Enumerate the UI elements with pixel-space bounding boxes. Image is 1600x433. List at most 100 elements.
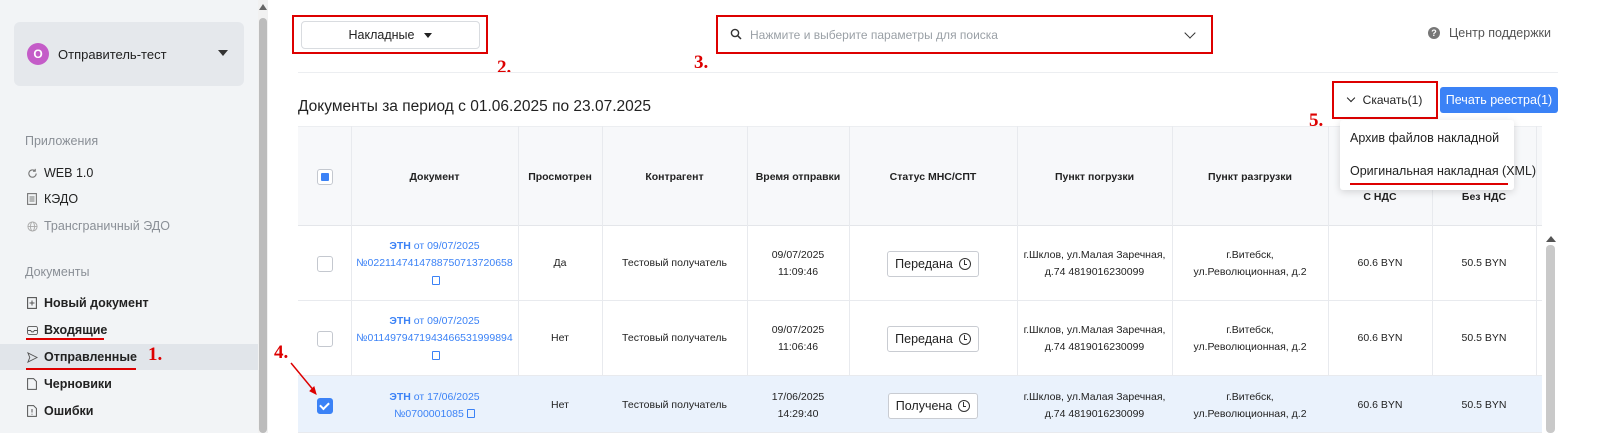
document-link[interactable]: ЭТН от 17/06/2025 [389, 389, 479, 406]
download-button[interactable]: Скачать(1) [1336, 85, 1434, 115]
sent-date: 09/07/2025 [771, 323, 825, 336]
row-checkbox[interactable] [316, 255, 333, 272]
menu-item-archive[interactable]: Архив файлов накладной [1350, 131, 1499, 145]
status-cell: Получена [849, 376, 1017, 432]
sidebar-item-errors[interactable]: Ошибки [0, 398, 258, 424]
sent-date: 09/07/2025 [771, 248, 825, 261]
sidebar-item-label: Отправленные [44, 350, 137, 364]
table-row[interactable]: ЭТН от 09/07/2025 №011497947194346653199… [298, 301, 1542, 376]
support-label: Центр поддержки [1449, 26, 1552, 40]
column-header[interactable]: Документ [351, 127, 518, 227]
table-row[interactable]: ЭТН от 17/06/2025 №0700001085 Нет Тестов… [298, 376, 1542, 433]
unloading-point-cell: г.Витебск, ул.Революционная, д.2 [1193, 248, 1307, 278]
scroll-up-icon[interactable] [259, 4, 267, 10]
error-document-icon [26, 405, 38, 417]
account-switcher[interactable]: О Отправитель-тест [14, 22, 244, 86]
chevron-down-icon[interactable] [1184, 27, 1196, 39]
column-header[interactable]: Пункт разгрузки [1172, 127, 1328, 227]
sent-date: 17/06/2025 [771, 390, 825, 403]
annotation-underline [26, 338, 104, 340]
column-header[interactable]: Просмотрен [518, 127, 602, 227]
sidebar-item-label: WEB 1.0 [44, 166, 94, 180]
copy-icon[interactable] [432, 275, 440, 285]
sidebar-item-drafts[interactable]: Черновики [0, 371, 258, 397]
status-badge[interactable]: Передана [887, 250, 979, 277]
new-document-icon [26, 297, 38, 309]
status-badge[interactable]: Передана [887, 325, 979, 352]
app-root: О Отправитель-тест Приложения WEB 1.0 КЭ… [0, 0, 1600, 433]
account-name: Отправитель-тест [58, 46, 167, 62]
download-button-label: Скачать(1) [1362, 93, 1423, 107]
support-link[interactable]: ? Центр поддержки [1428, 26, 1551, 40]
unloading-point-cell: г.Витебск, ул.Революционная, д.2 [1193, 323, 1307, 353]
sidebar-item-label: КЭДО [44, 192, 79, 206]
document-type-select[interactable]: Накладные [301, 21, 480, 49]
page-title: Документы за период с 01.06.2025 по 23.0… [298, 98, 651, 115]
price-with-vat-cell: 60.6 BYN [1357, 257, 1403, 270]
scrollbar-thumb[interactable] [259, 18, 267, 433]
section-label-docs: Документы [25, 265, 90, 279]
counterparty-cell: Тестовый получатель [622, 332, 727, 345]
annotation-3: 3. [694, 52, 709, 73]
search-input[interactable]: Нажмите и выберите параметры для поиска [722, 21, 1208, 49]
clock-icon [958, 332, 971, 345]
scroll-up-icon[interactable] [1546, 236, 1556, 242]
counterparty-cell: Тестовый получатель [622, 257, 727, 270]
send-icon [26, 351, 38, 363]
column-header[interactable]: Статус МНС/СПТ [849, 127, 1017, 227]
price-with-vat-cell: 60.6 BYN [1357, 332, 1403, 345]
document-link[interactable]: ЭТН от 09/07/2025 [389, 313, 479, 330]
document-type-value: Накладные [348, 28, 415, 42]
counterparty-cell: Тестовый получатель [622, 399, 727, 412]
document-number[interactable]: №0114979471943466531999894 [356, 330, 512, 347]
document-number[interactable]: №0700001085 [394, 406, 475, 423]
select-all-checkbox[interactable] [316, 169, 333, 185]
document-link[interactable]: ЭТН от 09/07/2025 [389, 238, 479, 255]
column-header[interactable]: Пункт погрузки [1017, 127, 1172, 227]
status-cell: Передана [849, 226, 1017, 301]
status-badge[interactable]: Получена [887, 392, 979, 419]
annotation-2: 2. [497, 57, 512, 78]
annotation-1: 1. [148, 344, 163, 365]
sidebar-item-kedo[interactable]: КЭДО [0, 186, 258, 212]
clock-icon [958, 257, 971, 270]
annotation-underline [1350, 183, 1508, 185]
table-row[interactable]: ЭТН от 09/07/2025 №022114741478875071372… [298, 226, 1542, 301]
sidebar-item-label: Входящие [44, 323, 108, 337]
chevron-down-icon [1346, 93, 1355, 103]
sidebar-item-new-document[interactable]: Новый документ [0, 290, 258, 316]
document-cell: ЭТН от 09/07/2025 №011497947194346653199… [351, 301, 518, 376]
caret-down-icon [424, 32, 433, 38]
page-scrollbar[interactable] [258, 0, 268, 433]
price-without-vat-cell: 50.5 BYN [1461, 257, 1507, 270]
inbox-icon [26, 324, 38, 336]
copy-icon[interactable] [432, 350, 440, 360]
help-icon: ? [1428, 27, 1440, 39]
price-without-vat-cell: 50.5 BYN [1461, 332, 1507, 345]
document-number[interactable]: №0221147414788750713720658 [356, 255, 512, 272]
print-registry-button[interactable]: Печать реестра(1) [1440, 87, 1558, 113]
sent-time-cell: 17/06/2025 14:29:40 [747, 376, 849, 432]
column-header[interactable]: Время отправки [747, 127, 849, 227]
row-checkbox[interactable] [316, 330, 333, 347]
column-header[interactable]: Контрагент [602, 127, 747, 227]
draft-icon [26, 378, 38, 390]
price-without-vat-cell: 50.5 BYN [1461, 399, 1507, 412]
sidebar-item-sent[interactable]: Отправленные [0, 344, 258, 370]
status-cell: Передана [849, 301, 1017, 376]
menu-item-original-xml[interactable]: Оригинальная накладная (XML) [1350, 164, 1536, 178]
refresh-icon [26, 167, 38, 179]
clock-icon [958, 399, 971, 412]
sidebar-item-web[interactable]: WEB 1.0 [0, 160, 258, 186]
sent-time-cell: 09/07/2025 11:09:46 [747, 226, 849, 301]
sidebar-item-crossborder[interactable]: Трансграничный ЭДО [0, 213, 258, 239]
sent-time: 14:29:40 [777, 407, 819, 420]
sidebar-item-label: Трансграничный ЭДО [44, 219, 170, 233]
sent-time: 11:09:46 [777, 265, 819, 278]
sidebar-item-label: Новый документ [44, 296, 149, 310]
viewed-cell: Да [553, 257, 567, 270]
loading-point-cell: г.Шклов, ул.Малая Заречная, д.74 48190162… [1023, 248, 1166, 278]
select-all-cell [298, 127, 351, 227]
copy-icon[interactable] [466, 409, 475, 419]
table-scrollbar-thumb[interactable] [1546, 245, 1555, 433]
